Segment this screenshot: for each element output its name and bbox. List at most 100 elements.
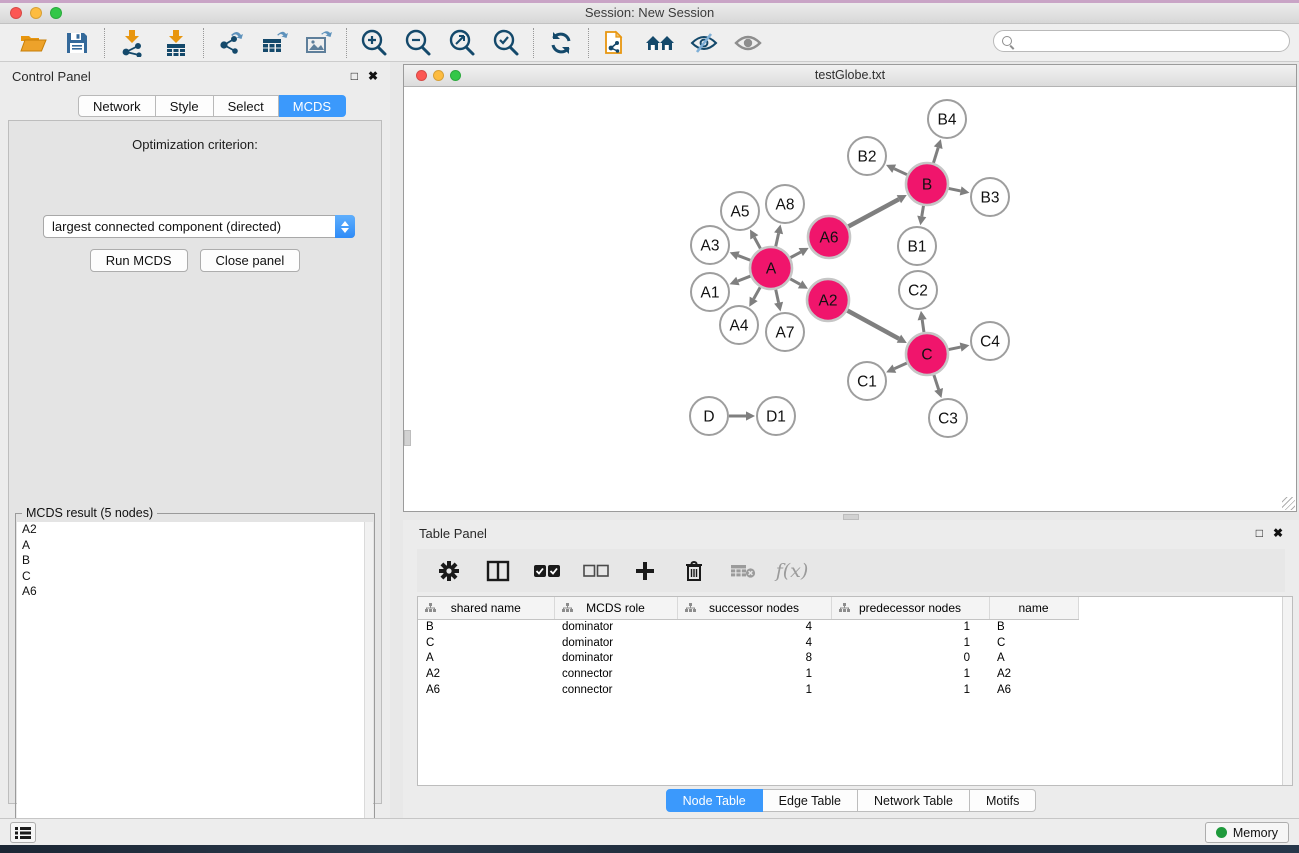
column-header-shared-name[interactable]: shared name [418,597,554,619]
zoom-in-button[interactable] [356,27,392,59]
window-resize-grip[interactable] [1282,497,1295,510]
tab-network-table[interactable]: Network Table [858,789,970,812]
tab-edge-table[interactable]: Edge Table [763,789,858,812]
graph-edge-B-B2[interactable] [894,169,907,175]
graph-edge-B-B3[interactable] [949,188,961,190]
export-image-button[interactable] [301,27,337,59]
minimize-window-button[interactable] [30,7,42,19]
column-header-predecessor-nodes[interactable]: predecessor nodes [831,597,989,619]
home-button[interactable] [642,27,678,59]
network-view-window: testGlobe.txt B4B2BB3B1A5A8A6A3AA1C2A2A4… [403,64,1297,512]
close-table-panel-icon[interactable]: ✖ [1273,526,1283,540]
table-scrollbar[interactable] [1282,597,1292,785]
show-columns-button[interactable] [484,557,512,585]
table-options-button[interactable] [435,557,463,585]
new-network-button[interactable] [598,27,634,59]
search-box[interactable] [993,30,1290,52]
result-list-item[interactable]: A6 [17,584,365,600]
refresh-button[interactable] [543,27,579,59]
network-maximize-button[interactable] [450,70,461,81]
table-row[interactable]: Cdominator41C [418,635,1291,651]
table-row[interactable]: Adominator80A [418,651,1291,667]
import-table-icon [164,29,188,57]
column-header-mcds-role[interactable]: MCDS role [554,597,677,619]
delete-table-icon [730,562,756,580]
network-minimize-button[interactable] [433,70,444,81]
graph-edge-A-A7[interactable] [776,289,779,302]
close-window-button[interactable] [10,7,22,19]
graph-edge-A2-C[interactable] [847,311,899,339]
run-mcds-button[interactable]: Run MCDS [90,249,188,272]
close-panel-button[interactable]: Close panel [200,249,301,272]
delete-table-button[interactable] [729,557,757,585]
column-header-successor-nodes[interactable]: successor nodes [677,597,831,619]
table-row[interactable]: A2connector11A2 [418,666,1291,682]
result-list-item[interactable]: A [17,538,365,554]
maximize-window-button[interactable] [50,7,62,19]
float-panel-icon[interactable]: □ [351,69,358,83]
graph-edge-A-A4[interactable] [754,287,761,299]
save-session-button[interactable] [59,27,95,59]
graph-edge-C-C1[interactable] [894,363,907,369]
column-header-name[interactable]: name [989,597,1078,619]
select-all-button[interactable] [533,557,561,585]
export-network-button[interactable] [213,27,249,59]
graph-edge-A-A2[interactable] [790,279,800,285]
split-pane-handle-vertical[interactable] [404,430,411,446]
open-session-button[interactable] [15,27,51,59]
zoom-fit-button[interactable] [444,27,480,59]
memory-button[interactable]: Memory [1205,822,1289,843]
graph-edge-A-A6[interactable] [790,252,800,258]
result-list-scrollbar[interactable] [364,522,373,853]
mcds-result-groupbox: MCDS result (5 nodes) A2ABCA6 [15,513,375,853]
graph-edge-C-C2[interactable] [922,320,924,333]
graph-edge-C-C3[interactable] [934,375,939,390]
hide-graphics-details-button[interactable] [686,27,722,59]
function-builder-button[interactable]: f(x) [778,557,806,585]
mcds-result-list[interactable]: A2ABCA6 [17,522,365,853]
column-type-icon [685,603,696,613]
delete-column-button[interactable] [680,557,708,585]
mcds-result-title: MCDS result (5 nodes) [22,506,157,520]
float-table-panel-icon[interactable]: □ [1256,526,1263,540]
show-graphics-details-button[interactable] [730,27,766,59]
task-history-button[interactable] [10,822,36,843]
result-list-item[interactable]: C [17,569,365,585]
deselect-all-button[interactable] [582,557,610,585]
network-canvas[interactable]: B4B2BB3B1A5A8A6A3AA1C2A2A4A7C4CC1C3DD1 [404,88,1296,511]
graph-edge-C-C4[interactable] [949,347,961,349]
network-window-titlebar[interactable]: testGlobe.txt [404,65,1296,87]
eye-icon [733,31,763,55]
export-table-button[interactable] [257,27,293,59]
import-table-button[interactable] [158,27,194,59]
result-list-item[interactable]: B [17,553,365,569]
export-image-icon [305,29,333,57]
network-close-button[interactable] [416,70,427,81]
graph-edge-arrowhead [774,302,783,312]
checked-boxes-icon [533,563,561,579]
zoom-out-button[interactable] [400,27,436,59]
graph-edge-A6-B[interactable] [848,199,899,226]
optimization-criterion-dropdown[interactable]: largest connected component (directed) [43,215,355,238]
zoom-selected-button[interactable] [488,27,524,59]
result-list-item[interactable]: A2 [17,522,365,538]
graph-edge-A-A5[interactable] [754,237,760,248]
graph-edge-B-B4[interactable] [933,148,938,163]
import-network-button[interactable] [114,27,150,59]
graph-edge-A-A3[interactable] [738,256,750,261]
table-row[interactable]: A6connector11A6 [418,682,1291,698]
add-column-button[interactable] [631,557,659,585]
eye-slash-icon [689,31,719,55]
tab-network[interactable]: Network [78,95,156,117]
table-row[interactable]: Bdominator41B [418,619,1291,635]
close-panel-icon[interactable]: ✖ [368,69,378,83]
tab-node-table[interactable]: Node Table [666,789,763,812]
tab-mcds[interactable]: MCDS [279,95,346,117]
graph-edge-A-A1[interactable] [738,276,751,281]
graph-edge-B-B1[interactable] [922,206,924,217]
tab-select[interactable]: Select [214,95,279,117]
graph-edge-A-A8[interactable] [776,233,779,246]
tab-motifs[interactable]: Motifs [970,789,1036,812]
search-input[interactable] [1018,34,1281,48]
tab-style[interactable]: Style [156,95,214,117]
